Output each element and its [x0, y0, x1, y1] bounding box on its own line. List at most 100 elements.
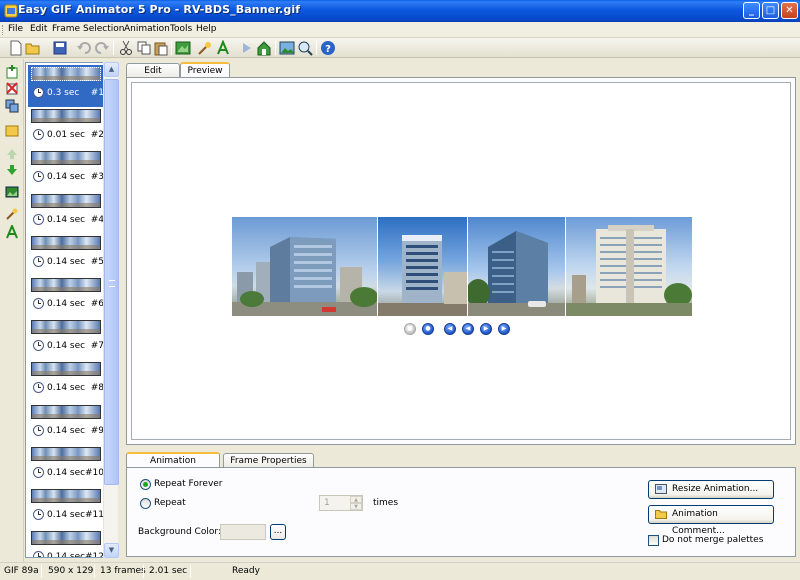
menu-tools[interactable]: Tools	[170, 24, 192, 34]
view-tabs: Edit Preview	[126, 62, 796, 79]
frame-item[interactable]: 0.14 sec #9	[28, 403, 104, 445]
add-frame-icon[interactable]	[5, 65, 19, 79]
frame-number: #1	[90, 88, 104, 98]
wand-icon[interactable]	[197, 40, 213, 56]
first-frame-button[interactable]: ◀	[444, 323, 456, 335]
background-color-label: Background Color:	[138, 527, 221, 537]
cut-icon[interactable]	[118, 40, 134, 56]
frame-number: #3	[90, 172, 104, 183]
resize-animation-button[interactable]: Resize Animation...	[648, 480, 774, 499]
scroll-up-button[interactable]: ▲	[104, 62, 119, 77]
last-frame-button[interactable]: ▶	[498, 323, 510, 335]
frame-item[interactable]: 0.14 sec #12	[28, 529, 104, 558]
frame-number: #6	[90, 299, 104, 309]
duplicate-frame-icon[interactable]	[5, 99, 19, 113]
animation-properties-panel: Repeat Forever Repeat 1 ▲ ▼ times Backgr…	[126, 467, 796, 557]
scroll-down-button[interactable]: ▼	[104, 543, 119, 558]
new-icon[interactable]	[8, 40, 24, 56]
maximize-button[interactable]: □	[762, 2, 779, 19]
repeat-forever-label[interactable]: Repeat Forever	[154, 479, 223, 489]
frame-item[interactable]: 0.14 sec #10	[28, 445, 104, 487]
frame-delay: 0.14 sec	[47, 383, 86, 394]
move-down-icon[interactable]	[5, 163, 19, 177]
frame-item[interactable]: 0.14 sec #7	[28, 318, 104, 360]
next-frame-button[interactable]: ▶	[480, 323, 492, 335]
frame-number: #12	[85, 552, 104, 558]
preview-canvas: ■ ● ◀ ◀ ▶ ▶	[131, 82, 791, 440]
status-bar: GIF 89a 590 x 129 13 frames 2.01 sec Rea…	[0, 562, 800, 580]
menu-animation[interactable]: Animation	[124, 24, 170, 34]
frame-thumbnail	[31, 531, 101, 546]
export-icon[interactable]	[256, 40, 272, 56]
minimize-button[interactable]: _	[743, 2, 760, 19]
menu-edit[interactable]: Edit	[30, 24, 47, 34]
undo-icon[interactable]	[76, 40, 92, 56]
no-merge-checkbox[interactable]	[648, 535, 659, 546]
frame-thumbnail	[31, 362, 101, 377]
frame-thumbnail	[31, 489, 101, 503]
app-icon	[4, 4, 18, 18]
repeat-label[interactable]: Repeat	[154, 498, 186, 508]
play-button[interactable]: ●	[422, 323, 434, 335]
clock-icon	[33, 340, 44, 352]
move-up-icon[interactable]	[5, 147, 19, 161]
image-icon[interactable]	[279, 40, 295, 56]
text-icon[interactable]	[215, 40, 231, 56]
delete-frame-icon[interactable]	[5, 81, 19, 95]
banner-panel-4	[565, 217, 692, 316]
menu-grip	[2, 25, 4, 35]
frame-number: #7	[90, 341, 104, 352]
clock-icon	[33, 87, 44, 98]
menu-frame[interactable]: Frame	[52, 24, 80, 34]
frame-tools	[0, 59, 24, 562]
frame-delay: 0.14 sec	[47, 214, 86, 225]
frame-item[interactable]: 0.3 sec #1	[28, 65, 104, 107]
tab-frame-properties[interactable]: Frame Properties	[223, 453, 314, 468]
toolbar-separator	[316, 41, 317, 55]
open-icon[interactable]	[25, 40, 41, 56]
frame-number: #5	[90, 256, 104, 267]
frame-item[interactable]: 0.14 sec #8	[28, 360, 104, 402]
insert-frame-icon[interactable]	[5, 123, 19, 137]
crop-icon[interactable]	[175, 40, 191, 56]
frame-item[interactable]: 0.14 sec #6	[28, 276, 104, 318]
paste-icon[interactable]	[153, 40, 169, 56]
frame-item[interactable]: 0.01 sec #2	[28, 107, 104, 149]
menu-help[interactable]: Help	[196, 24, 217, 34]
wand-tool-icon[interactable]	[5, 207, 19, 221]
frame-item[interactable]: 0.14 sec #5	[28, 234, 104, 276]
frame-item[interactable]: 0.14 sec #4	[28, 192, 104, 234]
frame-thumbnail	[31, 446, 101, 461]
close-button[interactable]: ✕	[781, 2, 798, 19]
scroll-thumb[interactable]	[104, 79, 119, 485]
menu-file[interactable]: File	[8, 24, 23, 34]
menu-selection[interactable]: Selection	[83, 24, 124, 34]
zoom-icon[interactable]	[297, 40, 313, 56]
image-edit-icon[interactable]	[5, 185, 19, 199]
redo-icon[interactable]	[94, 40, 110, 56]
browse-color-button[interactable]: ...	[270, 524, 286, 540]
copy-icon[interactable]	[136, 40, 152, 56]
animation-comment-button[interactable]: Animation Comment...	[648, 505, 774, 536]
frame-list-scrollbar[interactable]: ▲ ▼	[103, 62, 119, 558]
play-icon[interactable]	[238, 40, 254, 56]
text-tool-icon[interactable]	[5, 225, 19, 239]
frame-item[interactable]: 0.14 sec #11	[28, 487, 104, 529]
no-merge-label[interactable]: Do not merge palettes	[662, 535, 763, 545]
clock-icon	[33, 424, 44, 436]
tab-edit[interactable]: Edit	[126, 63, 180, 78]
window-title: Easy GIF Animator 5 Pro - RV-BDS_Banner.…	[18, 3, 301, 16]
folder-icon	[655, 510, 667, 519]
repeat-radio[interactable]	[140, 498, 151, 509]
spin-up-arrow[interactable]: ▲	[350, 496, 362, 503]
background-color-swatch[interactable]	[220, 524, 266, 540]
help-icon[interactable]: ?	[320, 40, 336, 56]
status-frames: 13 frames	[100, 566, 146, 576]
stop-button[interactable]: ■	[404, 323, 416, 335]
repeat-count-stepper[interactable]: 1 ▲ ▼	[319, 495, 363, 511]
spin-down-arrow[interactable]: ▼	[350, 503, 362, 510]
repeat-forever-radio[interactable]	[140, 479, 151, 490]
save-icon[interactable]	[52, 40, 68, 56]
frame-item[interactable]: 0.14 sec #3	[28, 149, 104, 191]
prev-frame-button[interactable]: ◀	[462, 323, 474, 335]
